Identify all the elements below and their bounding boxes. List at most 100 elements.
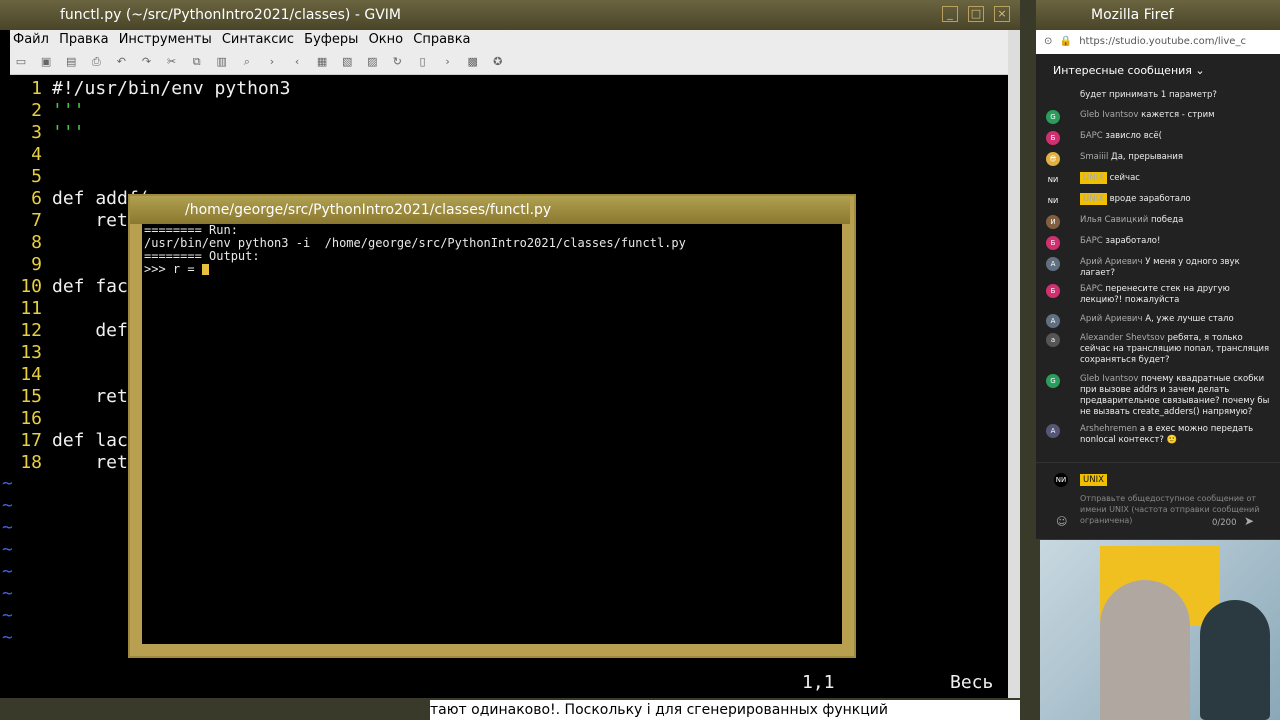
find-prev-icon[interactable]: ‹: [290, 55, 304, 69]
menu-tools[interactable]: Инструменты: [116, 30, 215, 49]
presenter: [1100, 580, 1190, 720]
terminal-output[interactable]: ======== Run: /usr/bin/env python3 -i /h…: [144, 224, 838, 642]
line-number: 4: [31, 144, 42, 165]
load-session-icon[interactable]: ▦: [315, 55, 329, 69]
menu-file[interactable]: Файл: [10, 30, 52, 49]
user-avatar: NИ: [1054, 473, 1068, 487]
vertical-scrollbar[interactable]: [1008, 30, 1020, 698]
chat-filter-label: Интересные сообщения: [1053, 64, 1192, 77]
chat-text: победа: [1150, 215, 1184, 225]
send-icon[interactable]: ➤: [1244, 514, 1254, 528]
code-line: 11: [10, 298, 52, 320]
shell-icon[interactable]: ▯: [416, 55, 430, 69]
chat-message[interactable]: Б БАРС заработало!: [1046, 236, 1272, 250]
run-script-icon[interactable]: ▨: [365, 55, 379, 69]
find-next-icon[interactable]: ›: [265, 55, 279, 69]
cut-icon[interactable]: ✂: [165, 55, 179, 69]
chat-message[interactable]: будет принимать 1 параметр?: [1046, 90, 1272, 101]
close-icon[interactable]: ×: [994, 6, 1010, 22]
chat-message[interactable]: G Gleb Ivantsov почему квадратные скобки …: [1046, 374, 1272, 418]
url-bar[interactable]: ⊙ 🔒 https://studio.youtube.com/live_c: [1036, 30, 1280, 55]
code-text: ''': [52, 100, 85, 121]
subtitle-text: тают одинаково!. Поскольку i для сгенери…: [430, 700, 1020, 720]
chat-message[interactable]: A Арий Ариевич А, уже лучше стало: [1046, 314, 1272, 328]
line-number: 5: [31, 166, 42, 187]
chat-message[interactable]: G Gleb Ivantsov кажется - стрим: [1046, 110, 1272, 124]
chat-message[interactable]: Б БАРС перенесите стек на другую лекцию?!…: [1046, 284, 1272, 306]
menu-window[interactable]: Окно: [366, 30, 407, 49]
print-icon[interactable]: ⎙: [89, 55, 103, 69]
copy-icon[interactable]: ⧉: [190, 55, 204, 69]
tags-icon[interactable]: ›: [441, 55, 455, 69]
redo-icon[interactable]: ↷: [139, 55, 153, 69]
empty-line-marker: ~: [2, 517, 13, 538]
code-line: 2 ''': [10, 100, 85, 122]
gvim-toolbar: ▭ ▣ ▤ ⎙ ↶ ↷ ✂ ⧉ ▥ ⌕ › ‹ ▦ ▧ ▨ ↻ ▯ › ▩ ✪: [10, 50, 1018, 75]
emoji-icon[interactable]: ☺: [1056, 515, 1067, 528]
line-number: 7: [31, 210, 42, 231]
line-number: 16: [20, 408, 42, 429]
shield-icon: ⊙: [1044, 36, 1053, 47]
empty-line-marker: ~: [2, 605, 13, 626]
menu-help[interactable]: Справка: [410, 30, 473, 49]
firefox-titlebar[interactable]: Mozilla Firef: [1036, 0, 1280, 30]
minimize-icon[interactable]: _: [942, 6, 958, 22]
empty-line-marker: ~: [2, 583, 13, 604]
line-number: 6: [31, 188, 42, 209]
undo-icon[interactable]: ↶: [114, 55, 128, 69]
code-line: 17 def lac: [10, 430, 128, 452]
code-line: 15 ret: [10, 386, 128, 408]
find-help-icon[interactable]: ✪: [491, 55, 505, 69]
save-session-icon[interactable]: ▧: [340, 55, 354, 69]
help-icon[interactable]: ▩: [466, 55, 480, 69]
line-number: 2: [31, 100, 42, 121]
empty-line-marker: ~: [2, 561, 13, 582]
chat-header[interactable]: Интересные сообщения ⌄: [1036, 54, 1280, 88]
chat-message[interactable]: 😎 Smaiiil Да, прерывания: [1046, 152, 1272, 166]
code-line: 13: [10, 342, 52, 364]
make-icon[interactable]: ↻: [390, 55, 404, 69]
paste-icon[interactable]: ▥: [215, 55, 229, 69]
chat-message[interactable]: a Alexander Shevtsov ребята, я только сей…: [1046, 333, 1272, 366]
menu-buffers[interactable]: Буферы: [301, 30, 361, 49]
chat-input-field[interactable]: Отправьте общедоступное сообщение от име…: [1080, 493, 1270, 526]
open-icon[interactable]: ▭: [14, 55, 28, 69]
chat-message[interactable]: A Arshehremen а в exec можно передать non…: [1046, 424, 1272, 446]
code-line: 1 #!/usr/bin/env python3: [10, 78, 290, 100]
code-line: 7 ret: [10, 210, 128, 232]
code-line: 3 ''': [10, 122, 84, 144]
line-number: 17: [20, 430, 42, 451]
chat-message[interactable]: NИ UNIX сейчас: [1046, 172, 1272, 187]
chat-author: Gleb Ivantsov: [1080, 110, 1139, 120]
save-icon[interactable]: ▣: [39, 55, 53, 69]
save-all-icon[interactable]: ▤: [64, 55, 78, 69]
avatar: G: [1046, 110, 1060, 124]
empty-line-marker: ~: [2, 473, 13, 494]
menu-syntax[interactable]: Синтаксис: [219, 30, 297, 49]
gvim-titlebar[interactable]: functl.py (~/src/PythonIntro2021/classes…: [0, 0, 1020, 30]
cursor-position: 1,1: [802, 672, 835, 693]
code-text: ret: [52, 452, 128, 473]
maximize-icon[interactable]: □: [968, 6, 984, 22]
code-text: ret: [52, 210, 128, 231]
chat-message[interactable]: NИ UNIX вроде заработало: [1046, 193, 1272, 208]
avatar: A: [1046, 257, 1060, 271]
chat-message[interactable]: И Илья Савицкий победа: [1046, 215, 1272, 229]
chat-message[interactable]: Б БАРС зависло всё(: [1046, 131, 1272, 145]
run-window-titlebar[interactable]: /home/george/src/PythonIntro2021/classes…: [130, 196, 850, 224]
penguin-mascot: [1200, 600, 1270, 720]
line-number: 13: [20, 342, 42, 363]
line-number: 3: [31, 122, 42, 143]
chat-author: Alexander Shevtsov: [1080, 333, 1165, 343]
chat-message[interactable]: A Арий Ариевич У меня у одного звук лагае…: [1046, 257, 1272, 279]
menu-edit[interactable]: Правка: [56, 30, 111, 49]
code-line: 18 ret: [10, 452, 128, 474]
empty-line-marker: ~: [2, 539, 13, 560]
chat-text: кажется - стрим: [1141, 110, 1215, 120]
code-text: def lac: [52, 430, 128, 451]
live-chat: Интересные сообщения ⌄ будет принимать 1…: [1036, 54, 1280, 539]
find-icon[interactable]: ⌕: [240, 55, 254, 69]
chevron-down-icon: ⌄: [1195, 64, 1205, 77]
avatar: A: [1046, 314, 1060, 328]
code-text: ret: [52, 386, 128, 407]
